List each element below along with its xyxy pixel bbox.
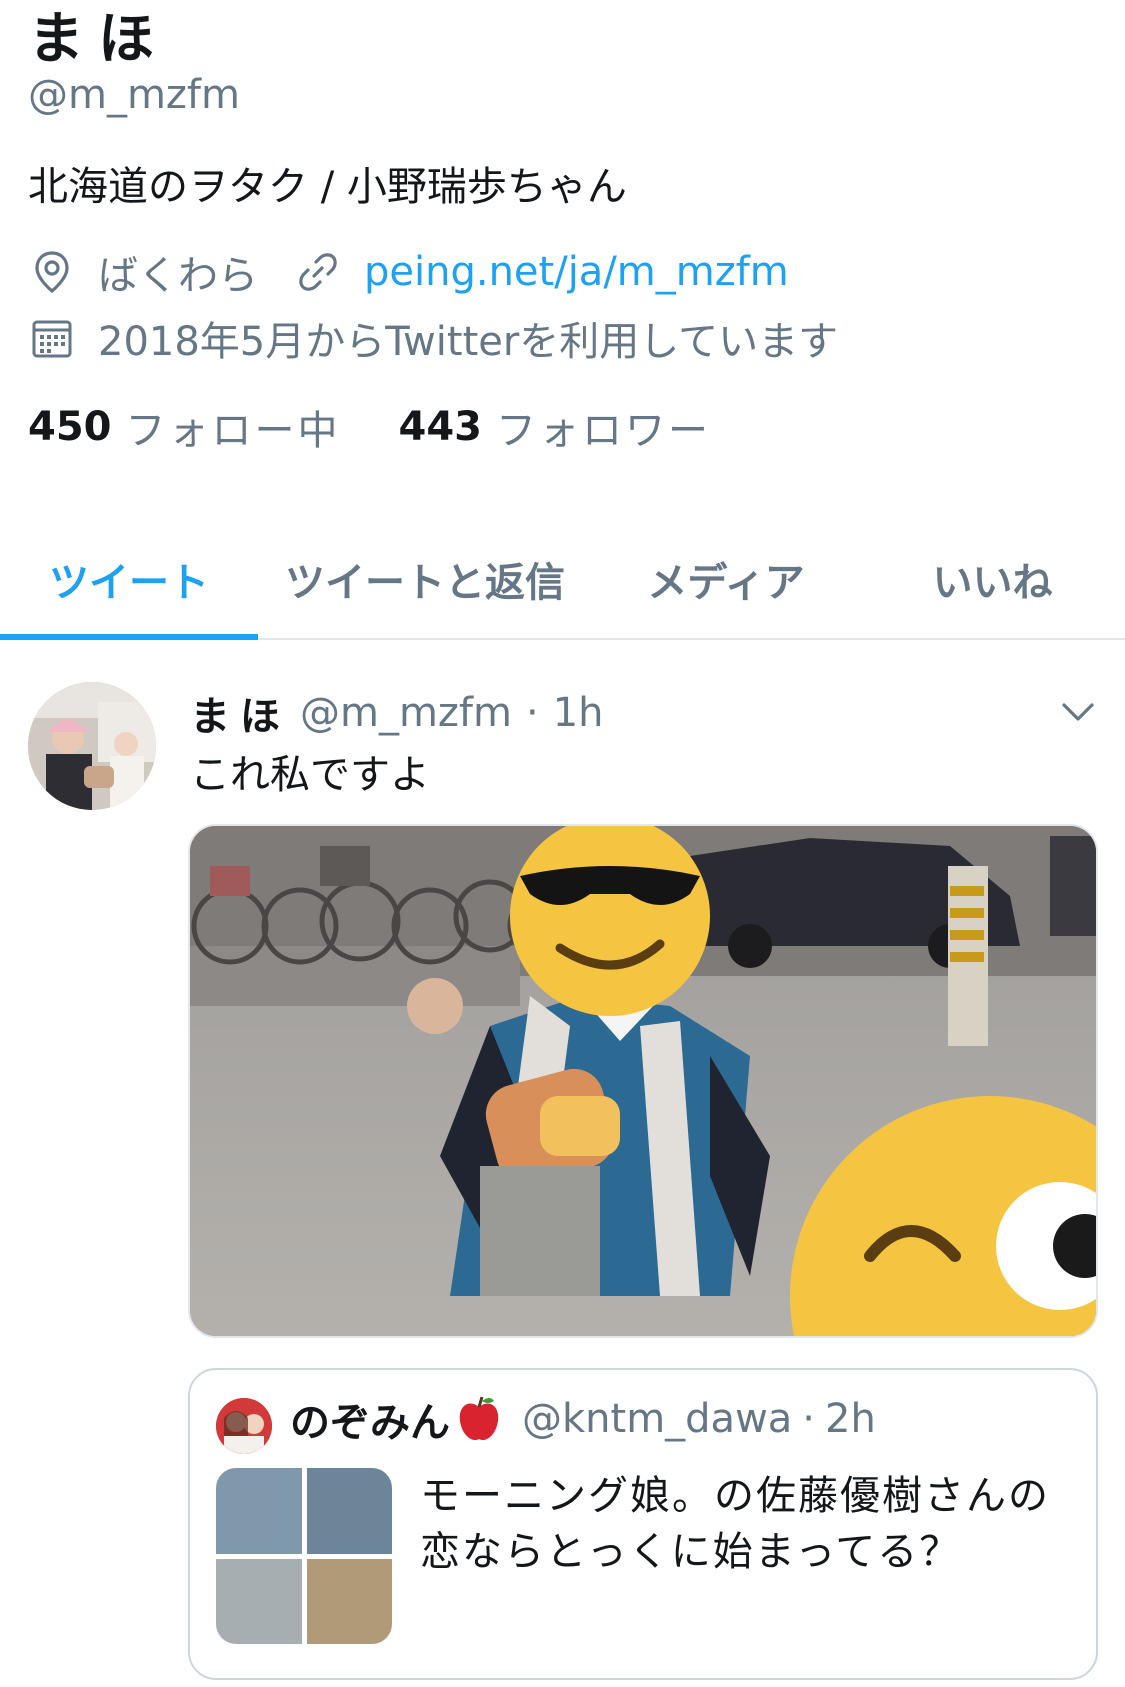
profile-joined-date: 2018年5月からTwitterを利用しています <box>98 319 839 365</box>
tweet[interactable]: まほ @m_mzfm · 1h これ私ですよ のぞみん @kntm_dawa ·… <box>0 642 1125 1687</box>
tab-tweets-and-replies[interactable]: ツイートと返信 <box>258 520 592 638</box>
tweet-media-image[interactable] <box>188 824 1098 1338</box>
tab-likes[interactable]: いいね <box>860 520 1125 638</box>
map-pin-icon <box>28 248 76 296</box>
quote-media-grid[interactable] <box>216 1468 392 1644</box>
quote-media-thumb[interactable] <box>306 1558 392 1644</box>
profile-stats: 450 フォロー中 443 フォロワー <box>28 398 769 456</box>
quoted-tweet[interactable]: のぞみん @kntm_dawa · 2h モーニング娘。の佐藤優樹さんの恋ならと… <box>188 1368 1098 1680</box>
tweet-text: これ私ですよ <box>190 752 430 798</box>
quote-media-thumb[interactable] <box>216 1558 302 1644</box>
following-label: フォロー中 <box>125 408 341 454</box>
profile-joined-row: 2018年5月からTwitterを利用しています <box>28 310 838 366</box>
quote-separator: · <box>802 1396 816 1442</box>
quote-author-name[interactable]: のぞみん <box>290 1390 450 1448</box>
tweet-author-handle[interactable]: @m_mzfm <box>300 690 512 736</box>
tab-tweets[interactable]: ツイート <box>0 520 258 640</box>
link-icon <box>294 248 342 296</box>
quote-media-thumb[interactable] <box>306 1468 392 1554</box>
profile-display-name: まほ <box>28 7 168 72</box>
quote-media-thumb[interactable] <box>216 1468 302 1554</box>
quote-timestamp[interactable]: 2h <box>825 1396 876 1442</box>
chevron-down-icon[interactable] <box>1058 692 1098 732</box>
followers-stat[interactable]: 443 フォロワー <box>399 398 712 456</box>
followers-label: フォロワー <box>496 408 711 454</box>
tweet-timestamp[interactable]: 1h <box>553 690 604 736</box>
quote-author-handle[interactable]: @kntm_dawa <box>522 1396 792 1442</box>
profile-tabs: ツイート ツイートと返信 メディア いいね <box>0 520 1125 640</box>
tweet-header: まほ @m_mzfm · 1h <box>190 684 604 742</box>
following-count: 450 <box>28 404 112 450</box>
following-stat[interactable]: 450 フォロー中 <box>28 398 341 456</box>
quote-header: のぞみん @kntm_dawa · 2h <box>290 1390 876 1448</box>
quote-text: モーニング娘。の佐藤優樹さんの恋ならとっくに始まってる？ <box>420 1473 1050 1575</box>
calendar-icon <box>28 314 76 362</box>
tweet-separator: · <box>525 690 539 736</box>
profile-handle: @m_mzfm <box>28 72 240 118</box>
profile-bio: 北海道のヲタク / 小野瑞歩ちゃん <box>28 164 627 210</box>
tab-media[interactable]: メディア <box>592 520 860 638</box>
tweet-author-name[interactable]: まほ <box>190 684 290 742</box>
profile-location-row: ばくわら peing.net/ja/m_mzfm <box>28 244 789 300</box>
profile-link[interactable]: peing.net/ja/m_mzfm <box>364 249 789 295</box>
quote-avatar[interactable] <box>216 1398 272 1454</box>
profile-location: ばくわら <box>98 253 258 299</box>
apple-icon <box>456 1393 502 1445</box>
followers-count: 443 <box>398 404 483 450</box>
avatar[interactable] <box>28 682 156 810</box>
